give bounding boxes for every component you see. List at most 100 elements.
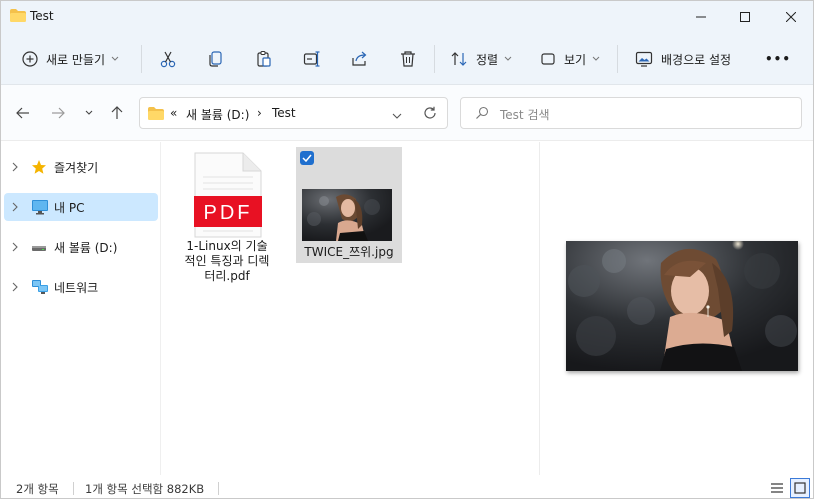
minimize-button[interactable]: [678, 1, 724, 33]
sidebar-item-this-pc[interactable]: 내 PC: [4, 193, 158, 221]
maximize-button[interactable]: [722, 1, 768, 33]
sort-label: 정렬: [476, 52, 499, 67]
breadcrumb-folder[interactable]: Test: [272, 106, 296, 120]
desktop-image-icon: [635, 50, 653, 68]
rename-button[interactable]: [303, 43, 321, 75]
pc-icon: [31, 199, 49, 218]
file-item-image[interactable]: TWICE_쯔위.jpg: [296, 147, 402, 263]
title-bar: Test: [1, 1, 813, 33]
sort-button[interactable]: 정렬: [450, 43, 512, 75]
sidebar-item-drive-d[interactable]: 새 볼륨 (D:): [4, 233, 158, 261]
breadcrumb-separator: ›: [257, 106, 262, 120]
search-placeholder: Test 검색: [500, 108, 550, 122]
file-explorer-window: Test 새로 만들기 정렬 보기 배경으로 설정 ••• « 새 볼륨 (D:…: [0, 0, 814, 499]
arrow-up-icon: [111, 106, 123, 119]
plus-circle-icon: [22, 51, 38, 67]
share-icon: [351, 50, 369, 68]
set-wallpaper-button[interactable]: 배경으로 설정: [635, 43, 731, 75]
file-name-line: TWICE_쯔위.jpg: [304, 245, 394, 259]
file-item-pdf[interactable]: PDF 1-Linux의 기술 적인 특징과 디렉 터리.pdf: [177, 149, 277, 284]
pdf-file-icon: PDF: [177, 149, 277, 239]
more-options-button[interactable]: •••: [765, 43, 791, 75]
chevron-down-icon: [592, 56, 600, 62]
new-button[interactable]: 새로 만들기: [22, 43, 119, 75]
status-bar: 2개 항목 1개 항목 선택함 882KB: [1, 475, 813, 498]
view-button[interactable]: 보기: [540, 43, 600, 75]
rename-icon: [303, 50, 321, 68]
clipboard-icon: [255, 50, 273, 68]
sidebar-item-label: 내 PC: [54, 201, 85, 215]
selection-info: 1개 항목 선택함 882KB: [85, 482, 205, 496]
breadcrumb-overflow[interactable]: «: [170, 106, 177, 120]
copy-icon: [207, 50, 225, 68]
refresh-button[interactable]: [423, 106, 437, 123]
sort-icon: [450, 50, 468, 68]
large-icons-view-button[interactable]: [790, 478, 810, 498]
item-count: 2개 항목: [16, 482, 59, 496]
chevron-right-icon[interactable]: [12, 161, 18, 175]
folder-icon: [10, 9, 26, 22]
search-box[interactable]: Test 검색: [460, 97, 802, 129]
arrow-right-icon: [52, 107, 65, 119]
copy-button[interactable]: [207, 43, 225, 75]
status-divider: [73, 482, 74, 495]
toolbar-divider: [434, 45, 435, 73]
forward-button[interactable]: [47, 102, 69, 124]
chevron-down-icon: [85, 110, 93, 115]
view-label: 보기: [564, 52, 587, 67]
back-button[interactable]: [12, 102, 34, 124]
checkmark-icon: [302, 154, 312, 162]
new-label: 새로 만들기: [46, 52, 106, 67]
drive-icon: [31, 239, 47, 258]
more-icon: •••: [765, 52, 792, 66]
trash-icon: [399, 50, 417, 68]
cut-button[interactable]: [159, 43, 177, 75]
paste-button[interactable]: [255, 43, 273, 75]
recent-locations-button[interactable]: [78, 102, 100, 124]
navigation-pane: 즐겨찾기 내 PC 새 볼륨 (D:) 네트워크: [1, 142, 161, 475]
sidebar-item-label: 네트워크: [54, 281, 99, 295]
file-list: PDF 1-Linux의 기술 적인 특징과 디렉 터리.pdf TWICE_쯔…: [162, 142, 538, 475]
network-icon: [31, 279, 49, 298]
command-bar: 새로 만들기 정렬 보기 배경으로 설정 •••: [1, 33, 813, 85]
share-button[interactable]: [351, 43, 369, 75]
address-history-button[interactable]: [392, 109, 402, 123]
file-name-line: 적인 특징과 디렉: [184, 254, 270, 268]
image-thumbnail: [302, 189, 392, 241]
delete-button[interactable]: [399, 43, 417, 75]
file-name-line: 1-Linux의 기술: [186, 239, 268, 253]
star-icon: [31, 159, 47, 178]
refresh-icon: [424, 106, 436, 119]
selection-checkbox[interactable]: [300, 151, 314, 165]
toolbar-divider: [141, 45, 142, 73]
file-name-line: 터리.pdf: [204, 269, 250, 283]
preview-pane: [539, 142, 813, 475]
sidebar-item-favorites[interactable]: 즐겨찾기: [4, 153, 158, 181]
chevron-right-icon[interactable]: [12, 281, 18, 295]
chevron-down-icon: [111, 56, 119, 62]
tiles-view-icon: [794, 482, 806, 494]
status-divider: [218, 482, 219, 495]
chevron-right-icon[interactable]: [12, 201, 18, 215]
sidebar-item-network[interactable]: 네트워크: [4, 273, 158, 301]
search-icon: [475, 106, 489, 123]
set-wallpaper-label: 배경으로 설정: [661, 52, 732, 67]
arrow-left-icon: [16, 107, 29, 119]
pdf-badge-label: PDF: [203, 202, 253, 224]
sidebar-item-label: 새 볼륨 (D:): [54, 241, 118, 255]
chevron-right-icon[interactable]: [12, 241, 18, 255]
toolbar-divider: [617, 45, 618, 73]
sidebar-item-label: 즐겨찾기: [54, 161, 99, 175]
image-preview: [566, 238, 798, 371]
details-view-button[interactable]: [767, 478, 787, 498]
close-button[interactable]: [768, 1, 813, 33]
up-button[interactable]: [106, 102, 128, 124]
folder-icon: [148, 107, 164, 123]
breadcrumb-drive[interactable]: 새 볼륨 (D:): [186, 106, 249, 123]
scissors-icon: [159, 50, 177, 68]
chevron-down-icon: [504, 56, 512, 62]
view-icon: [540, 51, 556, 67]
details-view-icon: [771, 483, 783, 493]
address-bar[interactable]: « 새 볼륨 (D:) › Test: [139, 97, 448, 129]
chevron-down-icon: [392, 113, 402, 119]
